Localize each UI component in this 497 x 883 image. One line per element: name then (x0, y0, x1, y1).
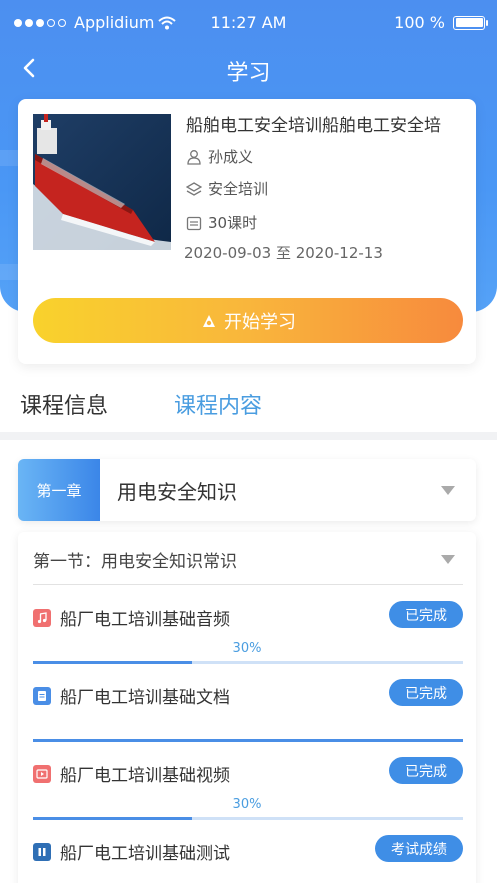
chapter-header[interactable]: 第一章 用电安全知识 (18, 459, 476, 521)
start-learning-label: 开始学习 (224, 311, 296, 333)
lesson-status-badge[interactable]: 已完成 (389, 679, 463, 706)
chapter-title: 用电安全知识 (117, 480, 237, 504)
tab-course-info[interactable]: 课程信息 (20, 388, 108, 420)
teacher-name: 孙成义 (208, 148, 254, 166)
learn-icon (203, 314, 215, 327)
section-separator (33, 584, 463, 585)
lesson-title: 船厂电工培训基础音频 (60, 610, 230, 630)
progress-bar (33, 739, 463, 742)
lesson-title: 船厂电工培训基础文档 (60, 688, 230, 708)
test-icon (33, 843, 51, 861)
section-divider (0, 432, 497, 440)
audio-icon (33, 609, 51, 627)
start-learning-button[interactable]: 开始学习 (33, 298, 463, 343)
page-title: 学习 (226, 61, 271, 86)
lesson-title: 船厂电工培训基础测试 (60, 844, 230, 864)
lesson-item[interactable]: 船厂电工培训基础视频 已完成 30% (18, 755, 476, 833)
teacher-row: 孙成义 (186, 146, 253, 167)
progress-bar (33, 817, 463, 820)
progress-label: 30% (232, 797, 262, 812)
hours-row: 30课时 (186, 212, 257, 233)
chapter-badge: 第一章 (18, 459, 100, 521)
course-category: 安全培训 (208, 180, 269, 198)
battery-icon (453, 15, 488, 30)
chevron-down-icon[interactable] (441, 486, 455, 495)
lesson-status-badge[interactable]: 已完成 (389, 601, 463, 628)
battery-percent: 100 % (394, 13, 445, 32)
section-panel: 第一节：用电安全知识常识 船厂电工培训基础音频 已完成 30% 船厂电工培训基础… (18, 532, 476, 883)
tab-course-content[interactable]: 课程内容 (174, 388, 262, 420)
status-bar: Applidium 11:27 AM 100 % (0, 0, 497, 44)
user-icon (187, 149, 201, 165)
calendar-icon (186, 216, 202, 230)
chevron-down-icon[interactable] (441, 555, 455, 564)
course-card: 船舶电工安全培训船舶电工安全培 孙成义 安全培训 30课时 2020-09-03… (18, 99, 476, 364)
course-thumbnail (33, 114, 171, 250)
course-hours: 30课时 (208, 214, 258, 232)
lesson-title: 船厂电工培训基础视频 (60, 766, 230, 786)
lesson-status-badge[interactable]: 已完成 (389, 757, 463, 784)
battery-group: 100 % (394, 13, 488, 32)
course-date-range: 2020-09-03 至 2020-12-13 (184, 244, 383, 262)
navigation-bar: 学习 (0, 44, 497, 92)
document-icon (33, 687, 51, 705)
section-title: 第一节：用电安全知识常识 (33, 552, 237, 572)
progress-bar (33, 661, 463, 664)
lesson-status-badge[interactable]: 考试成绩 (375, 835, 463, 862)
lesson-item[interactable]: 船厂电工培训基础文档 已完成 (18, 677, 476, 755)
course-title: 船舶电工安全培训船舶电工安全培 (186, 116, 441, 136)
lesson-item[interactable]: 船厂电工培训基础测试 考试成绩 (18, 833, 476, 883)
course-tabs: 课程信息 课程内容 (0, 380, 497, 428)
progress-label: 30% (232, 641, 262, 656)
category-row: 安全培训 (186, 178, 268, 199)
layers-icon (186, 181, 202, 196)
lesson-item[interactable]: 船厂电工培训基础音频 已完成 30% (18, 599, 476, 677)
video-icon (33, 765, 51, 783)
